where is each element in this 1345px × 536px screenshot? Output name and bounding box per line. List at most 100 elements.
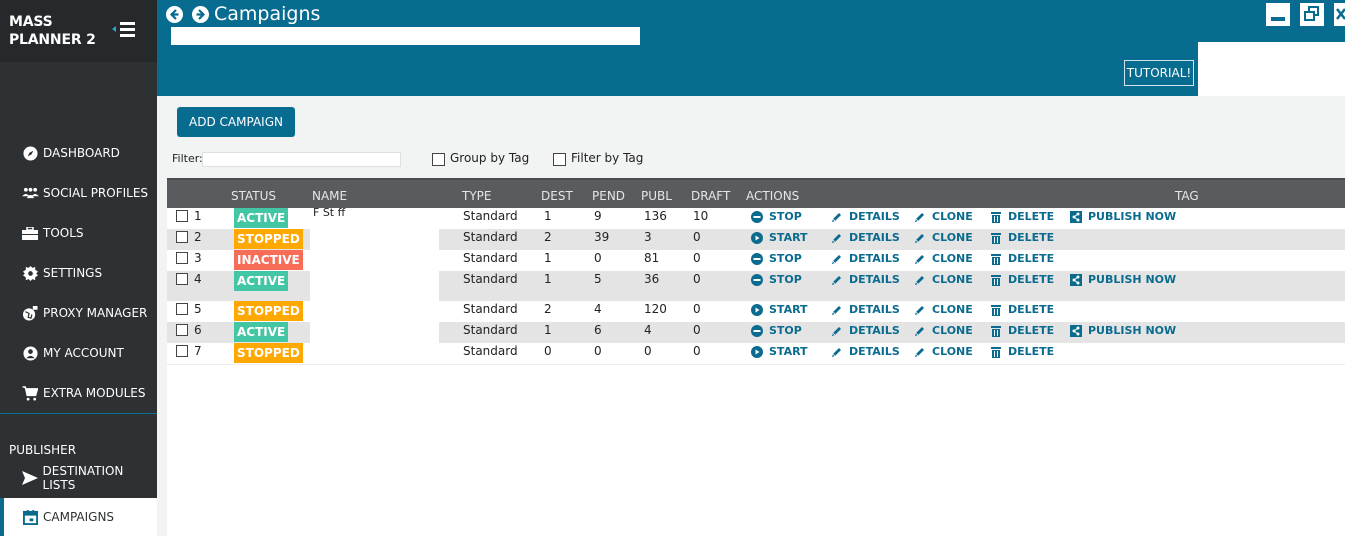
- campaign-type: Standard: [463, 209, 518, 223]
- row-number: 3: [194, 251, 202, 265]
- row-checkbox[interactable]: [176, 324, 188, 336]
- header-bar: Campaigns TUTORIAL!: [157, 0, 1345, 96]
- close-button[interactable]: [1334, 3, 1345, 26]
- col-name[interactable]: NAME: [312, 189, 347, 203]
- status-badge: ACTIVE: [234, 322, 289, 342]
- restore-icon: [1304, 6, 1319, 21]
- delete-button[interactable]: DELETE: [990, 303, 1054, 316]
- sidebar-item-social-profiles[interactable]: SOCIAL PROFILES: [0, 180, 157, 206]
- start-button[interactable]: START: [751, 303, 808, 316]
- details-button[interactable]: DETAILS: [831, 324, 900, 337]
- details-button[interactable]: DETAILS: [831, 303, 900, 316]
- trash-icon: [990, 274, 1002, 286]
- row-checkbox[interactable]: [176, 273, 188, 285]
- details-button[interactable]: DETAILS: [831, 345, 900, 358]
- action-label: CLONE: [932, 345, 973, 358]
- brand-line-1: MASS: [9, 14, 53, 30]
- publish-now-button[interactable]: PUBLISH NOW: [1070, 210, 1176, 223]
- delete-button[interactable]: DELETE: [990, 273, 1054, 286]
- delete-button[interactable]: DELETE: [990, 231, 1054, 244]
- publish-now-button[interactable]: PUBLISH NOW: [1070, 273, 1176, 286]
- pend-count: 9: [594, 209, 602, 223]
- table-row[interactable]: 5 STOPPED Standard 2 4 120 0 START DETAI…: [167, 301, 1345, 322]
- delete-button[interactable]: DELETE: [990, 324, 1054, 337]
- clone-button[interactable]: CLONE: [914, 252, 973, 265]
- col-status[interactable]: STATUS: [231, 189, 276, 203]
- table-row[interactable]: 7 STOPPED Standard 0 0 0 0 START DETAILS…: [167, 343, 1345, 364]
- publish-now-button[interactable]: PUBLISH NOW: [1070, 324, 1176, 337]
- col-draft[interactable]: DRAFT: [691, 189, 730, 203]
- pend-count: 5: [594, 272, 602, 286]
- table-row[interactable]: 4 ACTIVE Standard 1 5 36 0 STOP DETAILS …: [167, 271, 1345, 301]
- action-label: CLONE: [932, 303, 973, 316]
- col-actions: ACTIONS: [746, 189, 800, 203]
- clone-button[interactable]: CLONE: [914, 345, 973, 358]
- clone-button[interactable]: CLONE: [914, 273, 973, 286]
- start-button[interactable]: START: [751, 345, 808, 358]
- sidebar-item-destination-lists[interactable]: DESTINATION LISTS: [0, 464, 157, 492]
- action-label: DELETE: [1008, 210, 1055, 223]
- sidebar-item-tools[interactable]: TOOLS: [0, 220, 157, 246]
- row-checkbox[interactable]: [176, 252, 188, 264]
- campaign-type: Standard: [463, 323, 518, 337]
- details-button[interactable]: DETAILS: [831, 231, 900, 244]
- action-label: DETAILS: [849, 273, 900, 286]
- filter-by-tag-checkbox[interactable]: [553, 153, 566, 166]
- restore-button[interactable]: [1300, 3, 1324, 26]
- row-checkbox[interactable]: [176, 210, 188, 222]
- tutorial-button[interactable]: TUTORIAL!: [1124, 60, 1194, 86]
- add-campaign-button[interactable]: ADD CAMPAIGN: [177, 107, 295, 137]
- clone-button[interactable]: CLONE: [914, 303, 973, 316]
- row-checkbox[interactable]: [176, 231, 188, 243]
- stop-button[interactable]: STOP: [751, 324, 802, 337]
- group-by-tag-checkbox[interactable]: [432, 153, 445, 166]
- col-type[interactable]: TYPE: [462, 189, 491, 203]
- campaign-name[interactable]: F St ff: [313, 206, 345, 219]
- col-tag[interactable]: TAG: [1175, 189, 1199, 203]
- sidebar-item-campaigns[interactable]: CAMPAIGNS: [4, 498, 167, 536]
- sidebar-item-settings[interactable]: SETTINGS: [0, 260, 157, 286]
- table-row[interactable]: 2 STOPPED Standard 2 39 3 0 START DETAIL…: [167, 229, 1345, 250]
- minimize-button[interactable]: [1266, 3, 1290, 26]
- delete-button[interactable]: DELETE: [990, 345, 1054, 358]
- forward-arrow-icon[interactable]: [192, 6, 209, 23]
- row-checkbox[interactable]: [176, 345, 188, 357]
- stop-button[interactable]: STOP: [751, 273, 802, 286]
- clone-button[interactable]: CLONE: [914, 324, 973, 337]
- stop-button[interactable]: STOP: [751, 252, 802, 265]
- sidebar-item-dashboard[interactable]: DASHBOARD: [0, 140, 157, 166]
- delete-button[interactable]: DELETE: [990, 252, 1054, 265]
- col-pend[interactable]: PEND: [592, 189, 625, 203]
- clone-button[interactable]: CLONE: [914, 210, 973, 223]
- status-badge: ACTIVE: [234, 271, 289, 291]
- stop-button[interactable]: STOP: [751, 210, 802, 223]
- action-label: PUBLISH NOW: [1088, 324, 1177, 337]
- toolbox-icon: [21, 225, 39, 241]
- filter-input[interactable]: [202, 152, 401, 167]
- sidebar: MASS PLANNER 2 DASHBOARD SOCIAL PROFILES: [0, 0, 157, 536]
- col-dest[interactable]: DEST: [541, 189, 573, 203]
- pencil-icon: [831, 325, 843, 337]
- sidebar-item-extra-modules[interactable]: EXTRA MODULES: [0, 380, 157, 406]
- details-button[interactable]: DETAILS: [831, 252, 900, 265]
- back-arrow-icon[interactable]: [166, 6, 183, 23]
- table-row[interactable]: 3 INACTIVE Standard 1 0 81 0 STOP DETAIL…: [167, 250, 1345, 271]
- action-label: DETAILS: [849, 231, 900, 244]
- table-row[interactable]: 1 ACTIVE F St ff Standard 1 9 136 10 STO…: [167, 206, 1345, 229]
- col-publ[interactable]: PUBL: [641, 189, 672, 203]
- details-button[interactable]: DETAILS: [831, 210, 900, 223]
- row-checkbox[interactable]: [176, 303, 188, 315]
- sidebar-item-proxy-manager[interactable]: PROXY MANAGER: [0, 300, 157, 326]
- delete-button[interactable]: DELETE: [990, 210, 1054, 223]
- draft-count: 0: [693, 344, 701, 358]
- menu-toggle-icon[interactable]: [112, 21, 136, 37]
- start-button[interactable]: START: [751, 231, 808, 244]
- row-number: 2: [194, 230, 202, 244]
- table-row[interactable]: 6 ACTIVE Standard 1 6 4 0 STOP DETAILS C…: [167, 322, 1345, 343]
- clone-button[interactable]: CLONE: [914, 231, 973, 244]
- details-button[interactable]: DETAILS: [831, 273, 900, 286]
- pencil-icon: [914, 346, 926, 358]
- trash-icon: [990, 211, 1002, 223]
- sidebar-item-label: DESTINATION LISTS: [42, 464, 124, 492]
- sidebar-item-my-account[interactable]: MY ACCOUNT: [0, 340, 157, 366]
